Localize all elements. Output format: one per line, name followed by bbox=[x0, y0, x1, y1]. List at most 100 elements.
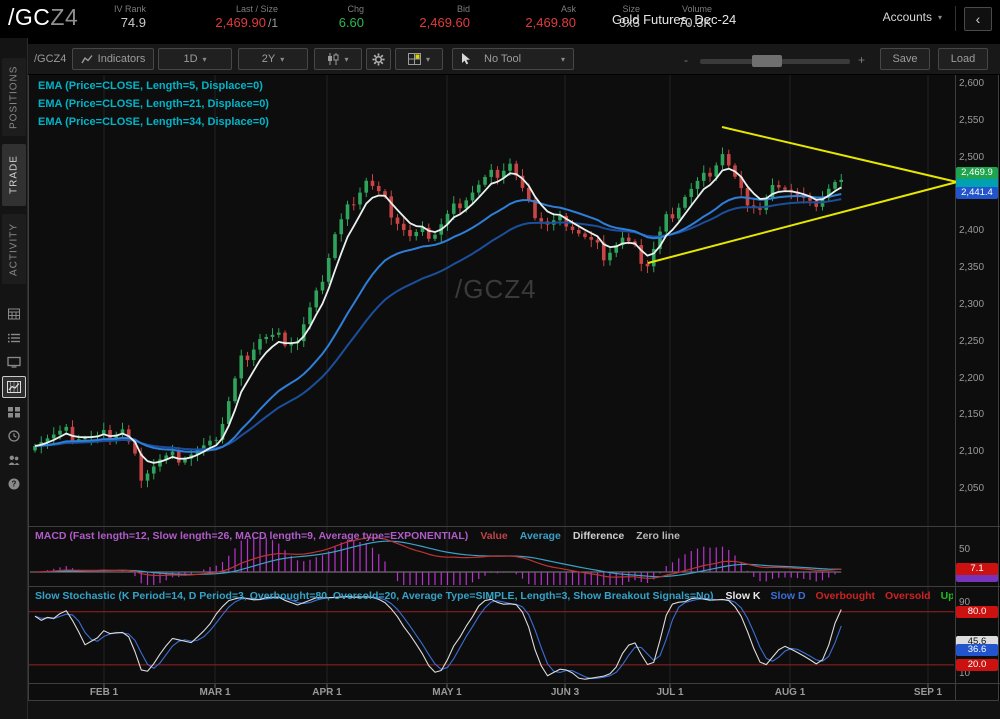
quote-field-label: IV Rank bbox=[114, 3, 146, 15]
price-axis-label: 2,500 bbox=[959, 152, 984, 163]
tool-value: No Tool bbox=[484, 53, 521, 65]
quote-field-ask: Ask2,469.80 bbox=[484, 3, 590, 31]
time-axis-label: MAR 1 bbox=[199, 687, 230, 698]
price-axis-label: 2,200 bbox=[959, 373, 984, 384]
stochastic-legend-item: Oversold bbox=[885, 590, 931, 602]
sidebar-tab-trade[interactable]: TRADE bbox=[2, 144, 26, 206]
topbar-divider bbox=[955, 6, 956, 31]
symbol-watermark: /GCZ4 bbox=[455, 274, 537, 305]
timeframe-dropdown[interactable]: 1D ▾ bbox=[158, 48, 232, 70]
time-axis-label: FEB 1 bbox=[90, 687, 118, 698]
stochastic-header: Slow Stochastic (K Period=14, D Period=3… bbox=[35, 590, 953, 602]
range-value: 2Y bbox=[262, 53, 275, 65]
stochastic-value-bubble: 80.0 bbox=[956, 606, 998, 618]
macd-legend-item: Zero line bbox=[636, 530, 680, 542]
quote-field-value: 74.9 bbox=[121, 15, 146, 31]
macd-header: MACD (Fast length=12, Slow length=26, MA… bbox=[35, 530, 953, 542]
ema-label: EMA (Price=CLOSE, Length=21, Displace=0) bbox=[38, 95, 269, 113]
chevron-down-icon: ▾ bbox=[280, 55, 284, 64]
ema-study-labels: EMA (Price=CLOSE, Length=5, Displace=0)E… bbox=[38, 77, 269, 131]
monitor-icon[interactable] bbox=[3, 352, 25, 372]
indicator-icon bbox=[81, 54, 93, 65]
stochastic-value-bubble: 20.0 bbox=[956, 659, 998, 671]
save-button[interactable]: Save bbox=[880, 48, 930, 70]
contract-description: Gold Futures, Dec-24 bbox=[612, 12, 736, 27]
chart-settings-button[interactable] bbox=[366, 48, 391, 70]
quote-field-last-size: Last / Size2,469.90/1 bbox=[160, 3, 292, 31]
price-axis-label: 2,250 bbox=[959, 336, 984, 347]
macd-legend-item: Difference bbox=[573, 530, 624, 542]
load-label: Load bbox=[951, 53, 975, 65]
left-sidebar: POSITIONS TRADE ACTIVITY ? bbox=[0, 38, 28, 719]
svg-text:?: ? bbox=[11, 480, 16, 489]
chevron-down-icon: ▾ bbox=[561, 55, 565, 64]
chart-area[interactable] bbox=[28, 74, 999, 701]
macd-value-bubble: 7.1 bbox=[956, 563, 998, 575]
quote-field-bid: Bid2,469.60 bbox=[378, 3, 484, 31]
sidebar-tabs: POSITIONS TRADE ACTIVITY bbox=[2, 58, 26, 292]
cursor-icon bbox=[461, 53, 471, 65]
zoom-out-button[interactable]: - bbox=[684, 53, 688, 67]
quote-field-suffix: /1 bbox=[268, 16, 278, 30]
pattern-grid-icon bbox=[408, 53, 421, 65]
stochastic-legend-item: Slow K bbox=[726, 590, 761, 602]
chart-icon[interactable] bbox=[2, 376, 26, 398]
range-dropdown[interactable]: 2Y ▾ bbox=[238, 48, 308, 70]
indicators-button[interactable]: Indicators bbox=[72, 48, 154, 70]
macd-legend: ValueAverageDifferenceZero line bbox=[480, 530, 680, 542]
quote-field-label: Bid bbox=[457, 3, 470, 15]
price-axis-label: 2,550 bbox=[959, 115, 984, 126]
chart-style-dropdown[interactable]: ▾ bbox=[314, 48, 362, 70]
candlestick-icon bbox=[327, 53, 339, 65]
sidebar-tab-positions[interactable]: POSITIONS bbox=[2, 58, 26, 136]
sidebar-tab-activity[interactable]: ACTIVITY bbox=[2, 214, 26, 284]
quote-field-label: Chg bbox=[347, 3, 364, 15]
time-axis-label: JUL 1 bbox=[656, 687, 683, 698]
time-axis-label: MAY 1 bbox=[432, 687, 461, 698]
zoom-in-button[interactable]: + bbox=[858, 53, 865, 67]
bottom-strip bbox=[28, 701, 1000, 719]
chevron-down-icon: ▾ bbox=[203, 55, 207, 64]
price-axis-label: 2,350 bbox=[959, 262, 984, 273]
calculator-icon[interactable] bbox=[3, 304, 25, 324]
quote-field-value: 2,469.60 bbox=[419, 15, 470, 31]
ema-label: EMA (Price=CLOSE, Length=5, Displace=0) bbox=[38, 77, 269, 95]
save-label: Save bbox=[892, 53, 917, 65]
collapse-icon: ‹ bbox=[976, 11, 981, 27]
ema-label: EMA (Price=CLOSE, Length=34, Displace=0) bbox=[38, 113, 269, 131]
indicators-label: Indicators bbox=[98, 53, 146, 65]
load-button[interactable]: Load bbox=[938, 48, 988, 70]
gear-icon bbox=[372, 53, 385, 66]
timeframe-value: 1D bbox=[183, 53, 197, 65]
collapse-panel-button[interactable]: ‹ bbox=[964, 7, 992, 31]
accounts-dropdown[interactable]: Accounts ▾ bbox=[883, 10, 942, 24]
stochastic-legend-item: Up Signal bbox=[941, 590, 953, 602]
stochastic-legend: Slow KSlow DOverboughtOversoldUp SignalD… bbox=[726, 590, 953, 602]
macd-legend-item: Average bbox=[520, 530, 561, 542]
price-bubble: 2,469.9 bbox=[956, 167, 998, 179]
stochastic-study-label: Slow Stochastic (K Period=14, D Period=3… bbox=[35, 590, 714, 602]
price-axis-label: 2,300 bbox=[959, 299, 984, 310]
sidebar-icons: ? bbox=[2, 302, 26, 496]
clock-icon[interactable] bbox=[3, 426, 25, 446]
chevron-down-icon: ▾ bbox=[344, 55, 348, 64]
chevron-down-icon: ▾ bbox=[426, 55, 430, 64]
price-axis-label: 2,400 bbox=[959, 225, 984, 236]
quote-bar: /GCZ4 IV Rank74.9 Last / Size2,469.90/1 Ch… bbox=[0, 0, 1000, 38]
grid-icon[interactable] bbox=[3, 402, 25, 422]
quote-field-label: Ask bbox=[561, 3, 576, 15]
pattern-dropdown[interactable]: ▾ bbox=[395, 48, 443, 70]
price-axis-label: 2,150 bbox=[959, 409, 984, 420]
symbol-title: /GCZ4 bbox=[8, 4, 78, 31]
time-scrollbar-handle[interactable] bbox=[752, 55, 782, 67]
time-axis-label: AUG 1 bbox=[775, 687, 806, 698]
time-axis-label: JUN 3 bbox=[551, 687, 579, 698]
symbol-month: Z4 bbox=[50, 4, 78, 30]
list-icon[interactable] bbox=[3, 328, 25, 348]
drawing-tool-dropdown[interactable]: No Tool ▾ bbox=[452, 48, 574, 70]
help-icon[interactable]: ? bbox=[3, 474, 25, 494]
macd-study-label: MACD (Fast length=12, Slow length=26, MA… bbox=[35, 530, 468, 542]
macd-axis-tick: 50 bbox=[959, 544, 970, 555]
people-icon[interactable] bbox=[3, 450, 25, 470]
accounts-label: Accounts bbox=[883, 10, 932, 24]
